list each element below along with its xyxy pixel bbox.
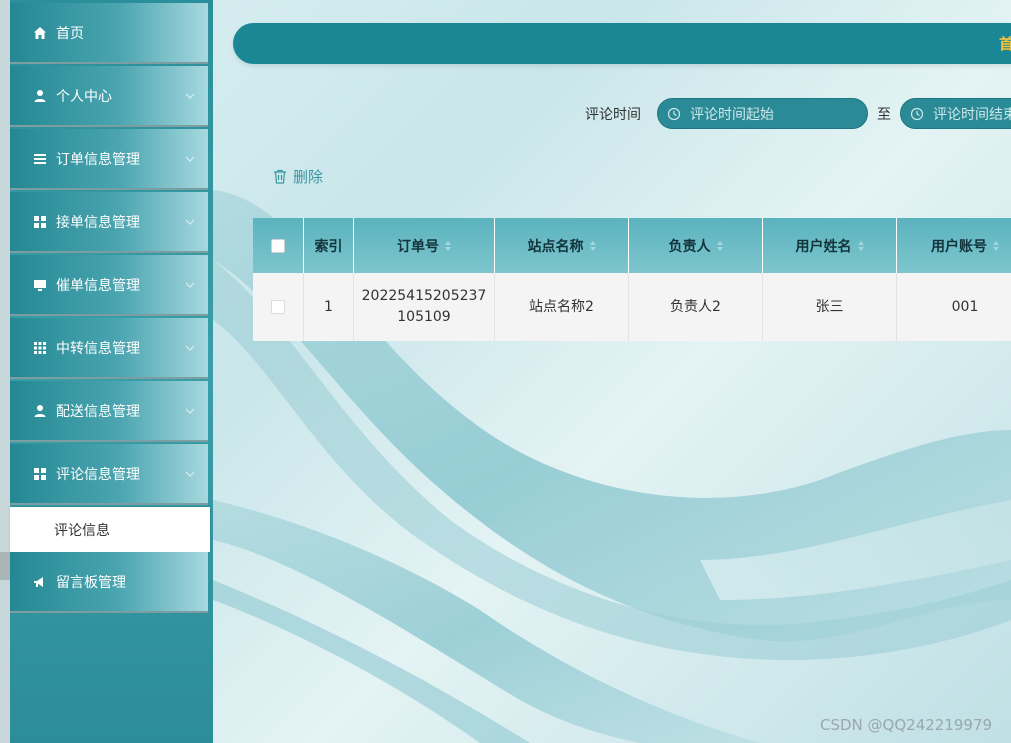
sidebar-item-transfer-management[interactable]: 中转信息管理 (10, 318, 208, 379)
sidebar-item-message-board[interactable]: 留言板管理 (10, 552, 208, 613)
select-all-cell (253, 218, 304, 273)
trash-icon (274, 169, 286, 184)
cell-order-no: 20225415205237 105109 (354, 273, 495, 341)
monitor-icon (32, 277, 48, 293)
select-all-checkbox[interactable] (271, 238, 285, 253)
cell-user-name: 张三 (763, 273, 897, 341)
clock-icon (910, 107, 924, 121)
top-header-bar (233, 23, 1011, 64)
column-header-station[interactable]: 站点名称 (495, 218, 629, 273)
user-icon (32, 88, 48, 104)
sidebar-item-label: 个人中心 (56, 88, 112, 105)
cell-user-account: 001 (951, 298, 979, 315)
home-icon (32, 25, 48, 41)
chevron-down-icon (182, 340, 198, 356)
search-label: 评论时间 (585, 107, 641, 123)
sidebar-item-label: 评论信息管理 (56, 466, 140, 483)
page-title: 首 (999, 35, 1011, 53)
delete-button[interactable]: 删除 (273, 166, 323, 186)
sidebar-item-label: 留言板管理 (56, 574, 126, 591)
sidebar-item-home[interactable]: 首页 (10, 3, 208, 64)
sidebar-item-personal-center[interactable]: 个人中心 (10, 66, 208, 127)
sidebar-item-delivery-management[interactable]: 配送信息管理 (10, 381, 208, 442)
sidebar-item-label: 配送信息管理 (56, 403, 140, 420)
date-end-input[interactable]: 评论时间结束 (900, 98, 1011, 129)
row-select-cell (253, 273, 304, 341)
user-icon (32, 403, 48, 419)
sidebar-item-comment-management[interactable]: 评论信息管理 (10, 444, 208, 505)
row-checkbox[interactable] (271, 300, 285, 314)
cell-index: 1 (304, 273, 354, 341)
cell-manager: 负责人2 (629, 273, 763, 341)
table-icon (32, 340, 48, 356)
sidebar-edge (0, 0, 10, 743)
date-start-input[interactable]: 评论时间起始 (657, 98, 868, 129)
sort-icon[interactable] (716, 240, 723, 251)
sidebar-divider (0, 552, 10, 580)
sidebar-item-label: 订单信息管理 (56, 151, 140, 168)
sidebar-item-order-management[interactable]: 订单信息管理 (10, 129, 208, 190)
sidebar-subitem-comment-info[interactable]: 评论信息 (10, 507, 210, 552)
delete-button-label: 删除 (293, 167, 324, 186)
sidebar-item-label: 中转信息管理 (56, 340, 140, 357)
cell-station: 站点名称2 (495, 273, 629, 341)
sort-icon[interactable] (857, 240, 864, 251)
chevron-down-icon (182, 214, 198, 230)
sort-icon[interactable] (589, 240, 596, 251)
column-header-manager[interactable]: 负责人 (629, 218, 763, 273)
grid-icon (32, 466, 48, 482)
sidebar-item-label: 催单信息管理 (56, 277, 140, 294)
table-header: 索引 订单号 站点名称 负责人 用户姓名 用户账号 (253, 218, 1011, 273)
sidebar-item-urge-order-management[interactable]: 催单信息管理 (10, 255, 208, 316)
sidebar-item-accept-order-management[interactable]: 接单信息管理 (10, 192, 208, 253)
range-separator: 至 (877, 107, 891, 123)
date-end-placeholder: 评论时间结束 (933, 106, 1011, 123)
column-header-order-no[interactable]: 订单号 (354, 218, 495, 273)
grid-icon (32, 214, 48, 230)
date-start-placeholder: 评论时间起始 (690, 106, 774, 123)
bullhorn-icon (32, 574, 48, 590)
sort-icon[interactable] (445, 240, 451, 251)
chevron-down-icon (182, 88, 198, 104)
column-header-index: 索引 (304, 218, 354, 273)
chevron-up-icon (182, 466, 198, 482)
chevron-down-icon (182, 277, 198, 293)
watermark: CSDN @QQ242219979 (820, 716, 993, 734)
sidebar-item-label: 接单信息管理 (56, 214, 140, 231)
column-header-user-account[interactable]: 用户账号 (897, 218, 1011, 273)
sidebar-item-label: 首页 (56, 25, 84, 42)
chevron-down-icon (182, 403, 198, 419)
clock-icon (667, 107, 681, 121)
chevron-down-icon (182, 151, 198, 167)
column-header-user-name[interactable]: 用户姓名 (763, 218, 897, 273)
sort-icon[interactable] (993, 240, 999, 251)
table-row[interactable]: 1 20225415205237 105109 站点名称2 负责人2 张三 00… (253, 273, 1011, 341)
data-table: 索引 订单号 站点名称 负责人 用户姓名 用户账号 1 202254152052… (253, 218, 1011, 341)
list-icon (32, 151, 48, 167)
